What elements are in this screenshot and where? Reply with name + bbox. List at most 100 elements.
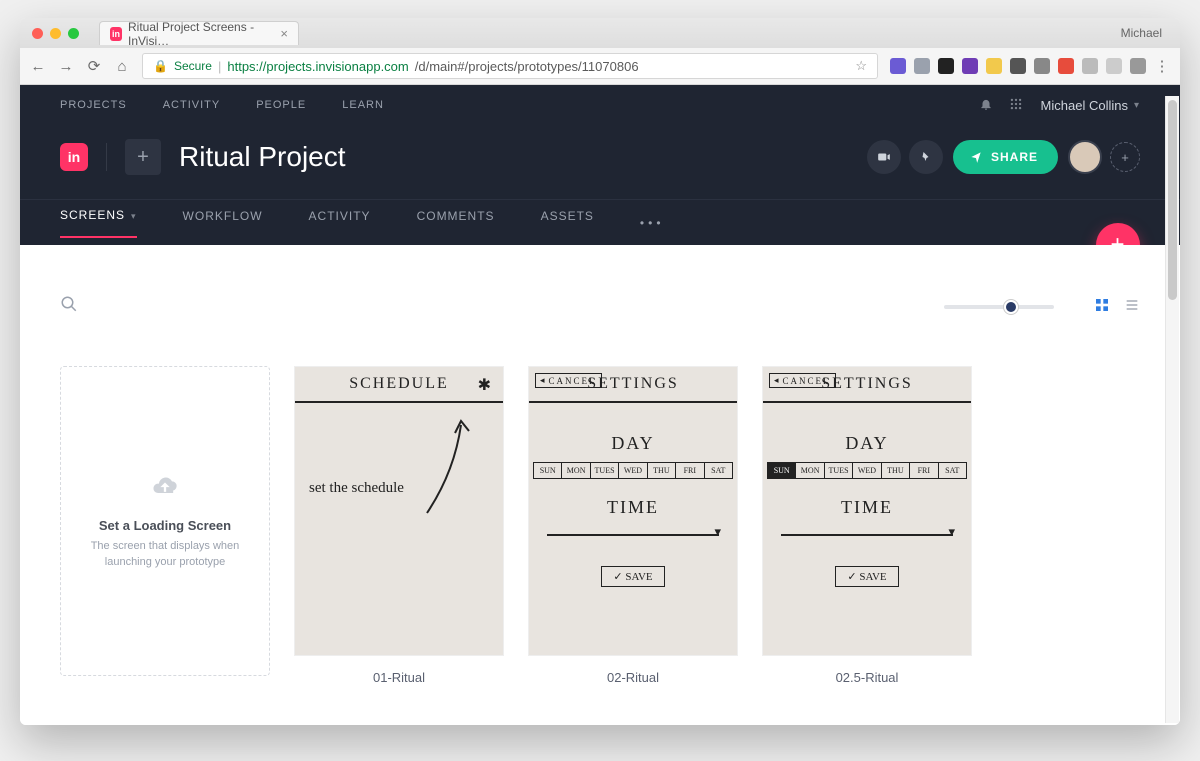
screen-thumbnail[interactable]: SCHEDULE ✱ set the schedule <box>294 366 504 656</box>
gear-icon: ✱ <box>478 375 493 395</box>
extension-icon[interactable] <box>1106 58 1122 74</box>
video-button[interactable] <box>867 140 901 174</box>
lock-icon: 🔒 <box>153 59 168 73</box>
time-input-sketch <box>547 534 719 536</box>
extension-icon[interactable] <box>986 58 1002 74</box>
extension-icon[interactable] <box>890 58 906 74</box>
content-area: Set a Loading Screen The screen that dis… <box>20 245 1180 725</box>
home-button[interactable]: ⌂ <box>114 58 130 75</box>
add-collaborator-button[interactable]: + <box>1110 142 1140 172</box>
address-bar-row: ← → ⟳ ⌂ 🔒 Secure | https://projects.invi… <box>20 48 1180 84</box>
forward-button[interactable]: → <box>58 58 74 75</box>
new-item-button[interactable]: + <box>125 139 161 175</box>
nav-projects[interactable]: PROJECTS <box>60 99 127 111</box>
browser-window: in Ritual Project Screens - InVisi… × Mi… <box>20 18 1180 725</box>
placeholder-subtitle: The screen that displays when launching … <box>81 539 249 570</box>
extension-icon[interactable] <box>1082 58 1098 74</box>
url-host: https://projects.invisionapp.com <box>227 59 408 74</box>
extensions: ⋮ <box>890 57 1170 75</box>
search-icon[interactable] <box>60 295 78 318</box>
project-title: Ritual Project <box>179 141 346 173</box>
loading-screen-placeholder[interactable]: Set a Loading Screen The screen that dis… <box>60 366 270 699</box>
tab-screens[interactable]: SCREENS▾ <box>60 208 137 238</box>
freehand-button[interactable] <box>909 140 943 174</box>
sketch-header: SCHEDULE <box>349 375 449 393</box>
tab-comments[interactable]: COMMENTS <box>417 209 495 237</box>
extension-icon[interactable] <box>1034 58 1050 74</box>
address-bar[interactable]: 🔒 Secure | https://projects.invisionapp.… <box>142 53 878 79</box>
top-nav: PROJECTS ACTIVITY PEOPLE LEARN Michael C… <box>20 85 1180 125</box>
maximize-window-button[interactable] <box>68 28 79 39</box>
week-row: SUNMONTUESWEDTHUFRISAT <box>533 462 733 479</box>
browser-chrome: in Ritual Project Screens - InVisi… × Mi… <box>20 18 1180 85</box>
chevron-down-icon: ▾ <box>131 211 137 221</box>
share-icon <box>969 150 983 164</box>
save-button-sketch: ✓ SAVE <box>835 566 899 587</box>
screen-caption[interactable]: 01-Ritual <box>294 656 504 699</box>
screens-toolbar <box>60 295 1140 318</box>
screen-caption[interactable]: 02-Ritual <box>528 656 738 699</box>
slider-knob[interactable] <box>1004 300 1018 314</box>
scrollbar-thumb[interactable] <box>1168 100 1177 300</box>
cancel-button-sketch: ◂ CANCEL <box>769 373 836 388</box>
chrome-menu-icon[interactable]: ⋮ <box>1154 57 1170 75</box>
nav-learn[interactable]: LEARN <box>342 99 384 111</box>
collaborator-avatar[interactable] <box>1068 140 1102 174</box>
list-view-button[interactable] <box>1124 297 1140 316</box>
screen-caption[interactable]: 02.5-Ritual <box>762 656 972 699</box>
project-titlebar: in + Ritual Project SHARE + <box>20 125 1180 199</box>
screens-grid: Set a Loading Screen The screen that dis… <box>60 366 1140 699</box>
extension-icon[interactable] <box>1058 58 1074 74</box>
tab-activity[interactable]: ACTIVITY <box>309 209 371 237</box>
window-controls <box>28 28 85 39</box>
time-input-sketch <box>781 534 953 536</box>
extension-icon[interactable] <box>914 58 930 74</box>
favicon-icon: in <box>110 27 122 41</box>
screen-card[interactable]: SCHEDULE ✱ set the schedule 01-Ritual <box>294 366 504 699</box>
apps-grid-icon[interactable] <box>1009 97 1023 114</box>
extension-icon[interactable] <box>1010 58 1026 74</box>
nav-people[interactable]: PEOPLE <box>256 99 306 111</box>
arrow-icon <box>417 413 477 523</box>
tab-assets[interactable]: ASSETS <box>541 209 594 237</box>
day-label: DAY <box>529 433 737 454</box>
thumbnail-size-slider[interactable] <box>944 305 1054 309</box>
bookmark-icon[interactable]: ☆ <box>855 58 867 74</box>
user-menu[interactable]: Michael Collins <box>1041 98 1128 113</box>
screen-card[interactable]: ◂ CANCEL SETTINGS DAY SUNMONTUESWEDTHUFR… <box>528 366 738 699</box>
divider <box>106 143 107 171</box>
scrollbar[interactable] <box>1165 96 1179 723</box>
secure-label: Secure <box>174 59 212 73</box>
chrome-profile[interactable]: Michael <box>1121 26 1172 40</box>
close-tab-icon[interactable]: × <box>280 26 288 41</box>
nav-activity[interactable]: ACTIVITY <box>163 99 221 111</box>
time-label: TIME <box>529 497 737 518</box>
screen-thumbnail[interactable]: ◂ CANCEL SETTINGS DAY SUNMONTUESWEDTHUFR… <box>528 366 738 656</box>
extension-icon[interactable] <box>1130 58 1146 74</box>
close-window-button[interactable] <box>32 28 43 39</box>
chevron-down-icon: ▾ <box>1134 100 1140 111</box>
screen-thumbnail[interactable]: ◂ CANCEL SETTINGS DAY SUNMONTUESWEDTHUFR… <box>762 366 972 656</box>
week-row: SUNMONTUESWEDTHUFRISAT <box>767 462 967 479</box>
upload-cloud-icon <box>147 472 183 508</box>
url-path: /d/main#/projects/prototypes/11070806 <box>415 59 639 74</box>
save-button-sketch: ✓ SAVE <box>601 566 665 587</box>
placeholder-title: Set a Loading Screen <box>99 518 231 533</box>
extension-icon[interactable] <box>938 58 954 74</box>
invision-logo[interactable]: in <box>60 143 88 171</box>
day-label: DAY <box>763 433 971 454</box>
browser-tab[interactable]: in Ritual Project Screens - InVisi… × <box>99 21 299 45</box>
extension-icon[interactable] <box>962 58 978 74</box>
cancel-button-sketch: ◂ CANCEL <box>535 373 602 388</box>
back-button[interactable]: ← <box>30 58 46 75</box>
notifications-icon[interactable] <box>979 97 993 114</box>
time-label: TIME <box>763 497 971 518</box>
minimize-window-button[interactable] <box>50 28 61 39</box>
share-button[interactable]: SHARE <box>953 140 1058 174</box>
tab-more-icon[interactable]: ••• <box>640 216 665 230</box>
screen-card[interactable]: ◂ CANCEL SETTINGS DAY SUNMONTUESWEDTHUFR… <box>762 366 972 699</box>
tab-title: Ritual Project Screens - InVisi… <box>128 20 274 48</box>
grid-view-button[interactable] <box>1094 297 1110 316</box>
tab-workflow[interactable]: WORKFLOW <box>183 209 263 237</box>
reload-button[interactable]: ⟳ <box>86 57 102 75</box>
